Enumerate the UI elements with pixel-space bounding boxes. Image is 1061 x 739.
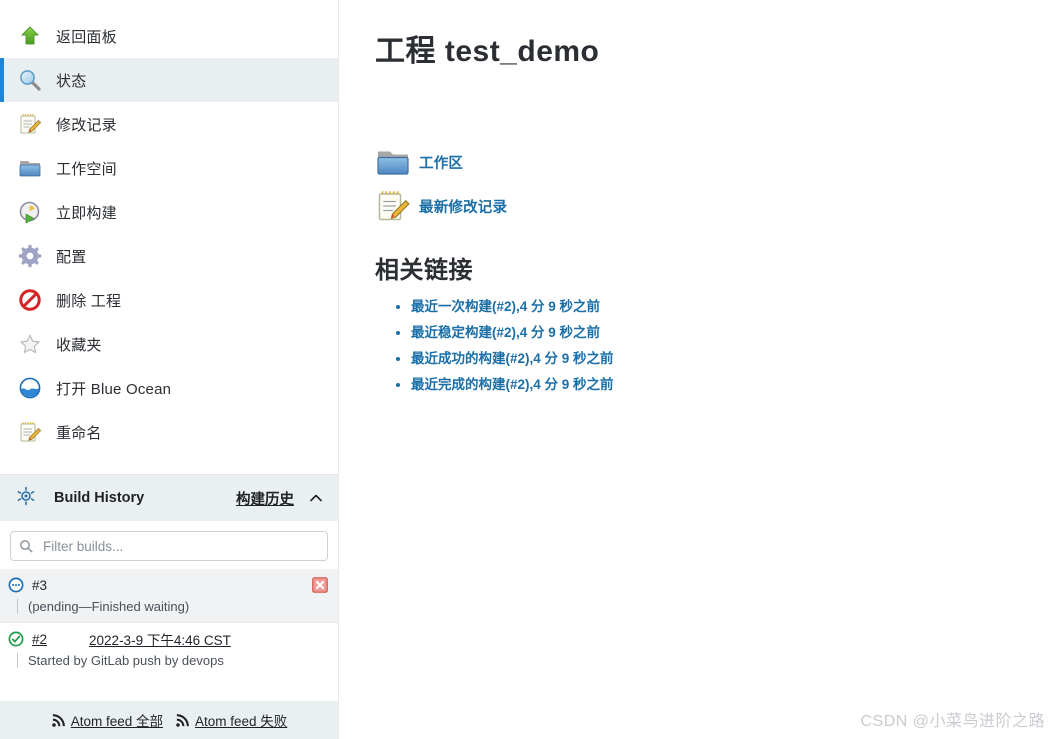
page-title: 工程 test_demo bbox=[375, 35, 600, 68]
related-link-item[interactable]: 最近稳定构建(#2),4 分 9 秒之前 bbox=[411, 321, 1061, 341]
gear-icon bbox=[18, 244, 42, 268]
jump-links: 工作区 最新修改记录 bbox=[375, 140, 1061, 228]
chevron-up-icon[interactable] bbox=[308, 490, 324, 506]
related-link-item[interactable]: 最近一次构建(#2),4 分 9 秒之前 bbox=[411, 295, 1061, 315]
build-history-header-actions: 构建历史 bbox=[236, 488, 324, 509]
sidebar-item-label: 删除 工程 bbox=[56, 292, 122, 310]
build-row-secondary: (pending—Finished waiting) bbox=[8, 599, 328, 614]
sidebar-item-label: 收藏夹 bbox=[56, 336, 102, 354]
related-link-label[interactable]: 最近一次构建(#2),4 分 9 秒之前 bbox=[411, 299, 600, 314]
build-history-link[interactable]: 构建历史 bbox=[236, 488, 294, 509]
filter-builds-input[interactable] bbox=[41, 537, 291, 555]
sidebar-item-delete-project[interactable]: 删除 工程 bbox=[0, 278, 338, 322]
sidebar: 返回面板状态修改记录工作空间立即构建配置删除 工程收藏夹打开 Blue Ocea… bbox=[0, 0, 339, 739]
sidebar-item-changes[interactable]: 修改记录 bbox=[0, 102, 338, 146]
delete-forbidden-icon bbox=[18, 288, 42, 312]
build-description: (pending—Finished waiting) bbox=[28, 599, 190, 614]
magnifier-icon bbox=[18, 68, 42, 92]
sidebar-item-label: 返回面板 bbox=[56, 28, 117, 46]
build-history-list: #3 (pending—Finished waiting) #2 2022-3-9 下… bbox=[0, 569, 338, 676]
success-green-check-icon bbox=[8, 631, 24, 647]
jump-link-label: 最新修改记录 bbox=[419, 199, 508, 216]
atom-feed-failed-link[interactable]: Atom feed 失败 bbox=[175, 710, 287, 730]
rss-icon bbox=[51, 713, 66, 728]
jump-link-label: 工作区 bbox=[419, 155, 464, 172]
build-number[interactable]: #2 bbox=[32, 632, 47, 647]
sidebar-item-back-to-dashboard[interactable]: 返回面板 bbox=[0, 14, 338, 58]
rss-icon bbox=[175, 713, 190, 728]
related-links-heading: 相关链接 bbox=[375, 257, 473, 284]
related-link-label[interactable]: 最近成功的构建(#2),4 分 9 秒之前 bbox=[411, 351, 614, 366]
build-number[interactable]: #3 bbox=[32, 578, 47, 593]
sidebar-item-label: 立即构建 bbox=[56, 204, 117, 222]
sidebar-item-rename[interactable]: 重命名 bbox=[0, 410, 338, 454]
pending-blue-icon bbox=[8, 577, 24, 593]
build-now-clock-icon bbox=[18, 200, 42, 224]
recent-changes-link[interactable]: 最新修改记录 bbox=[375, 184, 1061, 228]
build-timestamp[interactable]: 2022-3-9 下午4:46 CST bbox=[89, 629, 231, 649]
build-row[interactable]: #2 2022-3-9 下午4:46 CST Started by GitLab p… bbox=[0, 622, 338, 676]
related-link-item[interactable]: 最近完成的构建(#2),4 分 9 秒之前 bbox=[411, 373, 1061, 393]
workspace-link[interactable]: 工作区 bbox=[375, 140, 1061, 184]
sidebar-item-workspace[interactable]: 工作空间 bbox=[0, 146, 338, 190]
build-description: Started by GitLab push by devops bbox=[28, 653, 224, 668]
sidebar-item-configure[interactable]: 配置 bbox=[0, 234, 338, 278]
jenkins-build-history-icon bbox=[16, 486, 40, 510]
sidebar-item-build-now[interactable]: 立即构建 bbox=[0, 190, 338, 234]
related-link-item[interactable]: 最近成功的构建(#2),4 分 9 秒之前 bbox=[411, 347, 1061, 367]
sidebar-item-favorites[interactable]: 收藏夹 bbox=[0, 322, 338, 366]
build-row-primary: #3 bbox=[8, 575, 328, 595]
related-links-list: 最近一次构建(#2),4 分 9 秒之前最近稳定构建(#2),4 分 9 秒之前… bbox=[375, 295, 1061, 393]
sidebar-item-open-blue-ocean[interactable]: 打开 Blue Ocean bbox=[0, 366, 338, 410]
sidebar-item-label: 打开 Blue Ocean bbox=[56, 380, 172, 398]
notepad-pencil-icon bbox=[18, 420, 42, 444]
related-link-label[interactable]: 最近完成的构建(#2),4 分 9 秒之前 bbox=[411, 377, 614, 392]
notepad-pencil-icon bbox=[18, 112, 42, 136]
build-row-secondary: Started by GitLab push by devops bbox=[8, 653, 328, 668]
folder-icon bbox=[18, 156, 42, 180]
build-row-connector bbox=[17, 653, 18, 668]
up-arrow-icon bbox=[18, 24, 42, 48]
main-content: 工程 test_demo 工作区最新修改记录 相关链接 最近一次构建(#2),4… bbox=[339, 0, 1061, 739]
sidebar-item-label: 配置 bbox=[56, 248, 87, 266]
atom-feed-label: Atom feed 全部 bbox=[70, 714, 163, 729]
search-icon bbox=[19, 539, 33, 553]
build-history-title: Build History bbox=[54, 490, 145, 506]
build-row[interactable]: #3 (pending—Finished waiting) bbox=[0, 569, 338, 622]
blue-ocean-icon bbox=[18, 376, 42, 400]
sidebar-item-status[interactable]: 状态 bbox=[0, 58, 338, 102]
star-icon bbox=[18, 332, 42, 356]
build-filter-wrapper bbox=[0, 521, 338, 569]
build-row-primary: #2 2022-3-9 下午4:46 CST bbox=[8, 629, 328, 649]
sidebar-task-list: 返回面板状态修改记录工作空间立即构建配置删除 工程收藏夹打开 Blue Ocea… bbox=[0, 0, 338, 454]
folder-icon bbox=[375, 144, 411, 180]
atom-feed-label: Atom feed 失败 bbox=[195, 714, 288, 729]
atom-feed-footer: Atom feed 全部 Atom feed 失败 bbox=[0, 701, 338, 739]
sidebar-item-label: 工作空间 bbox=[56, 160, 117, 178]
atom-feed-all-link[interactable]: Atom feed 全部 bbox=[51, 710, 163, 730]
build-row-connector bbox=[17, 599, 18, 614]
sidebar-item-label: 修改记录 bbox=[56, 116, 117, 134]
cancel-red-x-icon[interactable] bbox=[312, 577, 328, 593]
watermark: CSDN @小菜鸟进阶之路 bbox=[860, 713, 1045, 730]
sidebar-item-label: 重命名 bbox=[56, 424, 102, 442]
notepad-pencil-icon bbox=[375, 188, 411, 224]
sidebar-item-label: 状态 bbox=[56, 72, 87, 90]
build-filter-box[interactable] bbox=[10, 531, 328, 561]
related-link-label[interactable]: 最近稳定构建(#2),4 分 9 秒之前 bbox=[411, 325, 600, 340]
jenkins-project-page: 返回面板状态修改记录工作空间立即构建配置删除 工程收藏夹打开 Blue Ocea… bbox=[0, 0, 1061, 739]
build-history-header: Build History 构建历史 bbox=[0, 475, 338, 521]
